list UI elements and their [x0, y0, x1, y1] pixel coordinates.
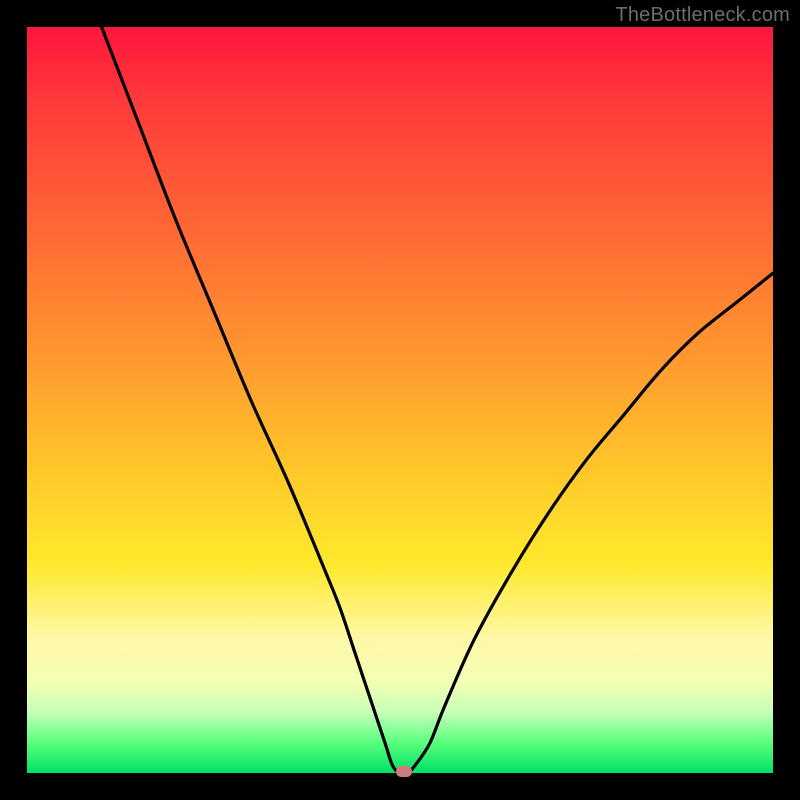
plot-area — [27, 27, 773, 773]
bottleneck-curve — [27, 27, 773, 773]
optimum-marker — [396, 766, 412, 777]
chart-frame: TheBottleneck.com — [0, 0, 800, 800]
watermark-text: TheBottleneck.com — [615, 4, 790, 27]
